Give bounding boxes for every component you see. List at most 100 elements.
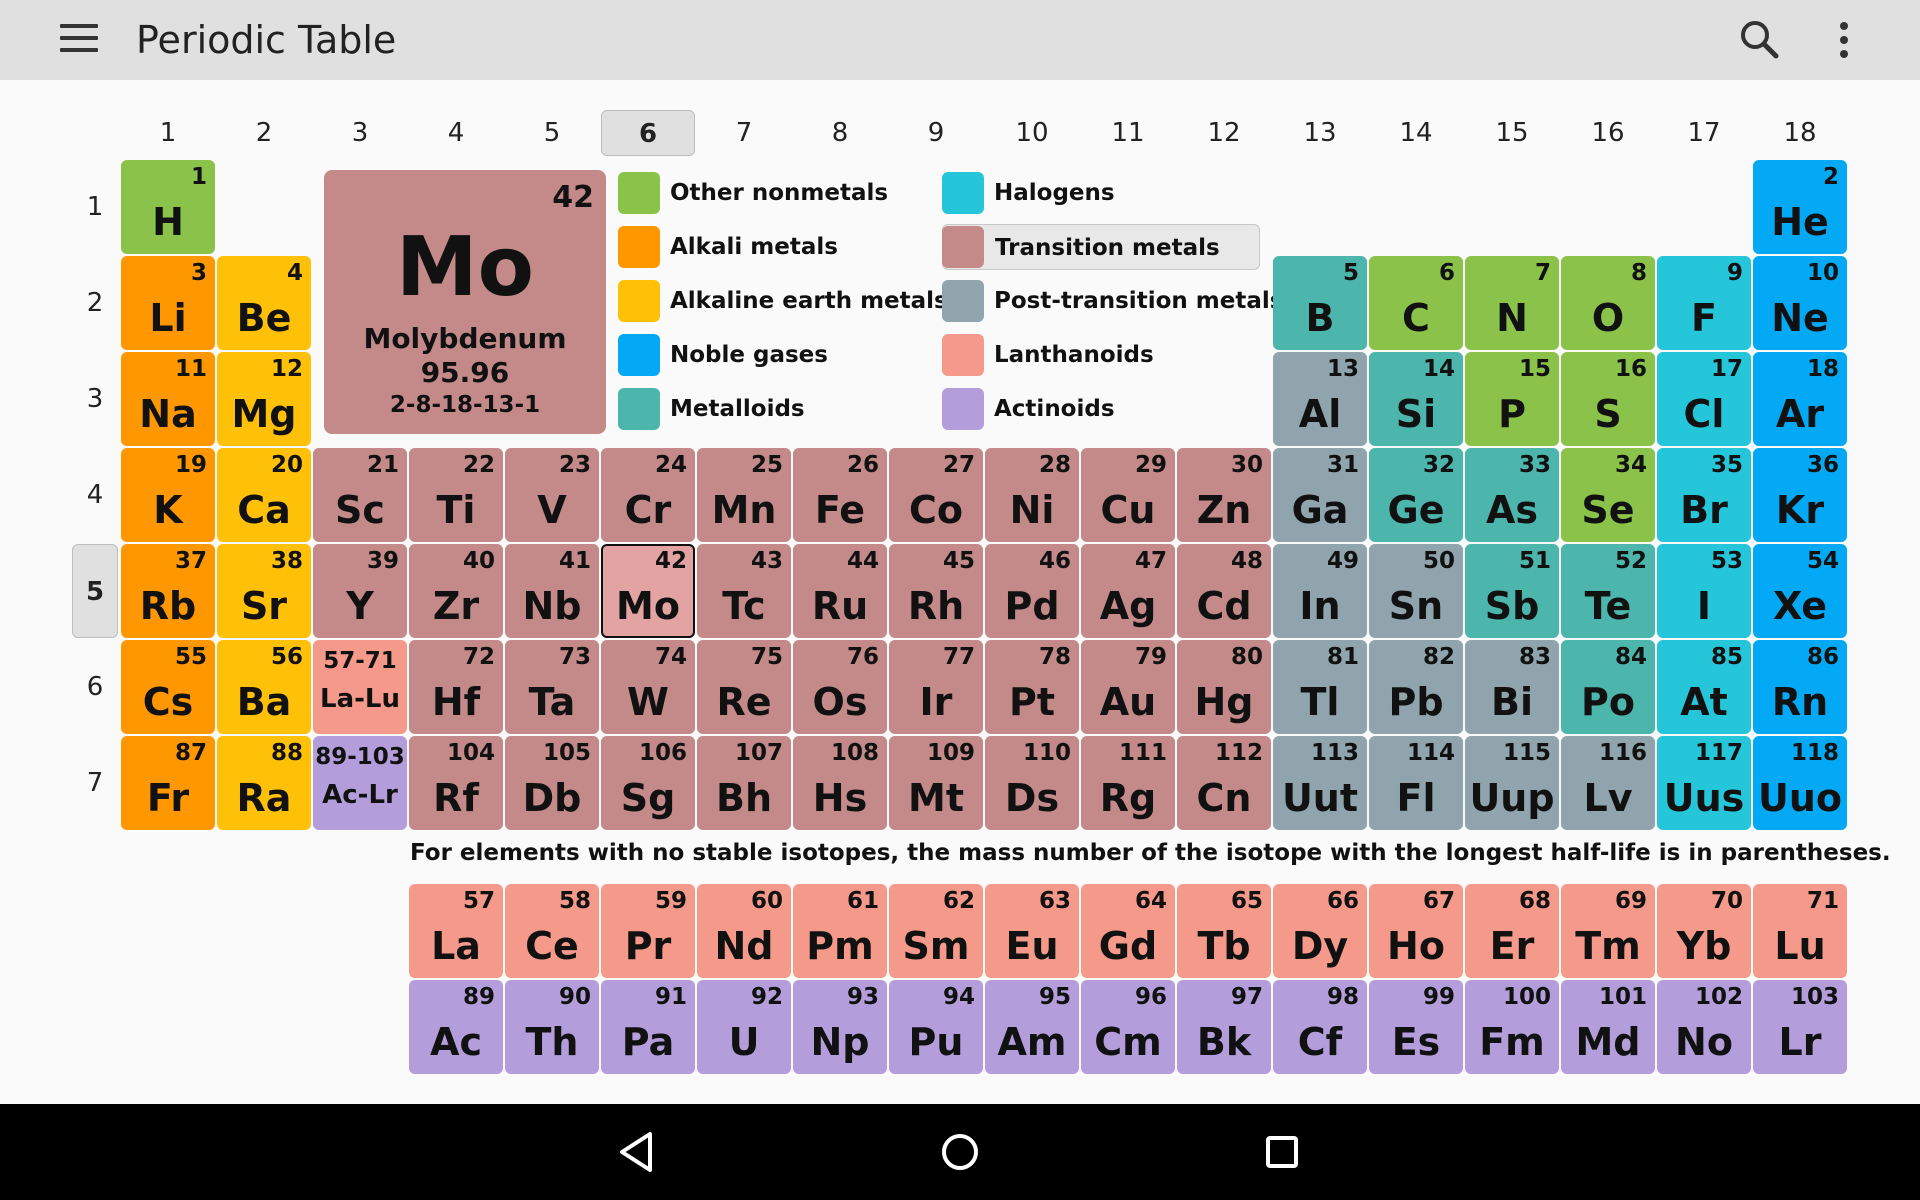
element-cell-Ar[interactable]: 18 Ar [1753, 352, 1847, 446]
element-cell-Ho[interactable]: 67 Ho [1369, 884, 1463, 978]
group-header-7[interactable]: 7 [697, 110, 791, 156]
element-cell-Cu[interactable]: 29 Cu [1081, 448, 1175, 542]
element-cell-In[interactable]: 49 In [1273, 544, 1367, 638]
group-header-12[interactable]: 12 [1177, 110, 1271, 156]
element-cell-Uut[interactable]: 113 Uut [1273, 736, 1367, 830]
element-cell-Li[interactable]: 3 Li [121, 256, 215, 350]
legend-item-lanth[interactable]: Lanthanoids [942, 332, 1260, 378]
period-header-7[interactable]: 7 [72, 736, 118, 830]
element-cell-Pr[interactable]: 59 Pr [601, 884, 695, 978]
element-cell-Rg[interactable]: 111 Rg [1081, 736, 1175, 830]
period-header-2[interactable]: 2 [72, 256, 118, 350]
element-cell-Fl[interactable]: 114 Fl [1369, 736, 1463, 830]
group-header-18[interactable]: 18 [1753, 110, 1847, 156]
element-cell-Ra[interactable]: 88 Ra [217, 736, 311, 830]
element-cell-Zr[interactable]: 40 Zr [409, 544, 503, 638]
group-header-17[interactable]: 17 [1657, 110, 1751, 156]
element-cell-Ag[interactable]: 47 Ag [1081, 544, 1175, 638]
group-header-4[interactable]: 4 [409, 110, 503, 156]
legend-item-post[interactable]: Post-transition metals [942, 278, 1283, 324]
element-cell-Mn[interactable]: 25 Mn [697, 448, 791, 542]
legend-item-actin[interactable]: Actinoids [942, 386, 1260, 432]
period-header-6[interactable]: 6 [72, 640, 118, 734]
element-cell-Ir[interactable]: 77 Ir [889, 640, 983, 734]
element-cell-Yb[interactable]: 70 Yb [1657, 884, 1751, 978]
element-cell-Os[interactable]: 76 Os [793, 640, 887, 734]
element-cell-Ce[interactable]: 58 Ce [505, 884, 599, 978]
group-header-14[interactable]: 14 [1369, 110, 1463, 156]
element-cell-Rf[interactable]: 104 Rf [409, 736, 503, 830]
element-cell-Pb[interactable]: 82 Pb [1369, 640, 1463, 734]
element-cell-Ge[interactable]: 32 Ge [1369, 448, 1463, 542]
element-cell-Co[interactable]: 27 Co [889, 448, 983, 542]
legend-item-alkaline[interactable]: Alkaline earth metals [618, 278, 948, 324]
element-cell-Hg[interactable]: 80 Hg [1177, 640, 1271, 734]
element-cell-Si[interactable]: 14 Si [1369, 352, 1463, 446]
element-cell-Be[interactable]: 4 Be [217, 256, 311, 350]
element-cell-No[interactable]: 102 No [1657, 980, 1751, 1074]
element-cell-Mg[interactable]: 12 Mg [217, 352, 311, 446]
element-cell-Bh[interactable]: 107 Bh [697, 736, 791, 830]
element-cell-Po[interactable]: 84 Po [1561, 640, 1655, 734]
element-cell-Db[interactable]: 105 Db [505, 736, 599, 830]
legend-item-nonmetal[interactable]: Other nonmetals [618, 170, 918, 216]
element-cell-Mo[interactable]: 42 Mo [601, 544, 695, 638]
element-cell-Fr[interactable]: 87 Fr [121, 736, 215, 830]
element-cell-Dy[interactable]: 66 Dy [1273, 884, 1367, 978]
group-header-16[interactable]: 16 [1561, 110, 1655, 156]
element-cell-Rh[interactable]: 45 Rh [889, 544, 983, 638]
element-cell-V[interactable]: 23 V [505, 448, 599, 542]
element-cell-Al[interactable]: 13 Al [1273, 352, 1367, 446]
element-cell-Br[interactable]: 35 Br [1657, 448, 1751, 542]
group-header-2[interactable]: 2 [217, 110, 311, 156]
group-header-6[interactable]: 6 [601, 110, 695, 156]
period-header-3[interactable]: 3 [72, 352, 118, 446]
element-cell-Cs[interactable]: 55 Cs [121, 640, 215, 734]
element-cell-Tc[interactable]: 43 Tc [697, 544, 791, 638]
element-cell-Es[interactable]: 99 Es [1369, 980, 1463, 1074]
element-cell-Lv[interactable]: 116 Lv [1561, 736, 1655, 830]
element-cell-Ni[interactable]: 28 Ni [985, 448, 1079, 542]
element-cell-Fm[interactable]: 100 Fm [1465, 980, 1559, 1074]
element-cell-Tb[interactable]: 65 Tb [1177, 884, 1271, 978]
element-cell-Cn[interactable]: 112 Cn [1177, 736, 1271, 830]
element-cell-Sg[interactable]: 106 Sg [601, 736, 695, 830]
period-header-4[interactable]: 4 [72, 448, 118, 542]
element-cell-W[interactable]: 74 W [601, 640, 695, 734]
group-header-11[interactable]: 11 [1081, 110, 1175, 156]
home-circle-icon[interactable] [928, 1120, 992, 1184]
element-cell-Ti[interactable]: 22 Ti [409, 448, 503, 542]
element-cell-Cr[interactable]: 24 Cr [601, 448, 695, 542]
group-header-8[interactable]: 8 [793, 110, 887, 156]
element-cell-As[interactable]: 33 As [1465, 448, 1559, 542]
element-cell-Sn[interactable]: 50 Sn [1369, 544, 1463, 638]
group-header-9[interactable]: 9 [889, 110, 983, 156]
element-cell-Tl[interactable]: 81 Tl [1273, 640, 1367, 734]
group-header-5[interactable]: 5 [505, 110, 599, 156]
element-cell-Tm[interactable]: 69 Tm [1561, 884, 1655, 978]
period-header-5[interactable]: 5 [72, 544, 118, 638]
element-cell-Np[interactable]: 93 Np [793, 980, 887, 1074]
element-cell-La-Lu[interactable]: 57-71 La-Lu [313, 640, 407, 734]
element-cell-U[interactable]: 92 U [697, 980, 791, 1074]
element-cell-Th[interactable]: 90 Th [505, 980, 599, 1074]
element-cell-C[interactable]: 6C [1369, 256, 1463, 350]
element-cell-N[interactable]: 7N [1465, 256, 1559, 350]
element-cell-At[interactable]: 85 At [1657, 640, 1751, 734]
element-cell-Pa[interactable]: 91 Pa [601, 980, 695, 1074]
element-cell-Kr[interactable]: 36 Kr [1753, 448, 1847, 542]
element-cell-Sc[interactable]: 21 Sc [313, 448, 407, 542]
element-cell-Y[interactable]: 39 Y [313, 544, 407, 638]
element-cell-I[interactable]: 53 I [1657, 544, 1751, 638]
element-cell-Sb[interactable]: 51 Sb [1465, 544, 1559, 638]
legend-item-noble[interactable]: Noble gases [618, 332, 918, 378]
element-cell-Ga[interactable]: 31 Ga [1273, 448, 1367, 542]
element-cell-Ru[interactable]: 44 Ru [793, 544, 887, 638]
search-icon[interactable] [1734, 14, 1786, 66]
period-header-1[interactable]: 1 [72, 160, 118, 254]
element-cell-F[interactable]: 9F [1657, 256, 1751, 350]
element-cell-Am[interactable]: 95 Am [985, 980, 1079, 1074]
element-cell-Bk[interactable]: 97 Bk [1177, 980, 1271, 1074]
element-cell-Ac-Lr[interactable]: 89-103 Ac-Lr [313, 736, 407, 830]
group-header-15[interactable]: 15 [1465, 110, 1559, 156]
